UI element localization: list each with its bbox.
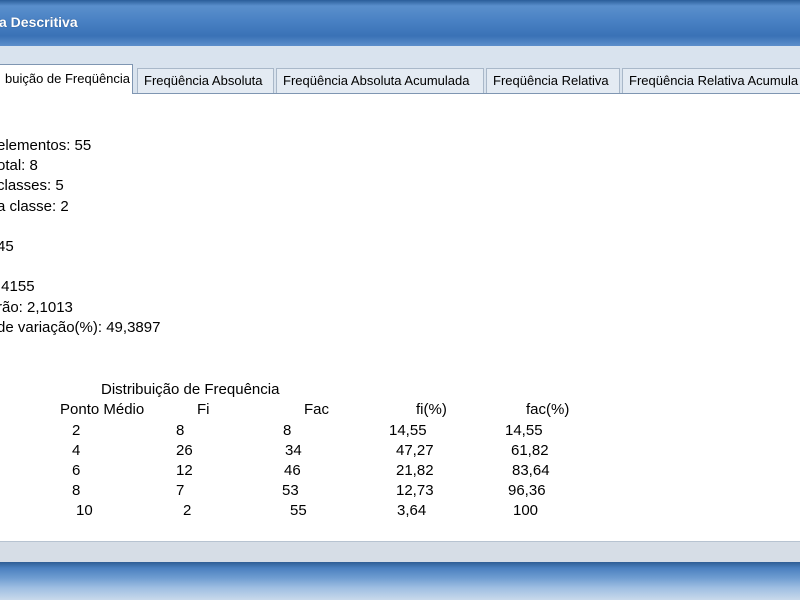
table-cell: 53 [282, 482, 299, 499]
table-cell: 83,64 [512, 462, 550, 479]
table-cell: 100 [513, 502, 539, 519]
table-cell: 21,82 [396, 462, 434, 479]
results-panel: elementos: 55 otal: 8 classes: 5 a class… [0, 93, 800, 541]
tab-frequencia-relativa[interactable]: Freqüência Relativa [486, 68, 620, 94]
taskbar [0, 562, 800, 600]
tab-frequencia-absoluta[interactable]: Freqüência Absoluta [137, 68, 274, 94]
table-cell: 26 [176, 442, 193, 459]
app-window: a Descritiva buição de Freqüência Freqüê… [0, 0, 800, 600]
stat-coeficiente-variacao: de variação(%): 49,3897 [0, 319, 161, 336]
stat-elementos: elementos: 55 [0, 137, 92, 154]
table-cell: 46 [284, 462, 301, 479]
table-cell: 12 [176, 462, 193, 479]
table-cell: 2 [72, 422, 81, 439]
table-cell: 2 [183, 502, 192, 519]
header-fi-percent: fi(%) [416, 401, 447, 418]
header-fac: Fac [304, 401, 330, 418]
stat-classes: classes: 5 [0, 177, 64, 194]
table-cell: 14,55 [505, 422, 543, 439]
table-cell: 8 [176, 422, 185, 439]
table-cell: 14,55 [389, 422, 427, 439]
title-bar[interactable]: a Descritiva [0, 0, 800, 46]
table-cell: 3,64 [397, 502, 427, 519]
stat-desvio-padrao: rão: 2,1013 [0, 299, 73, 316]
table-cell: 55 [290, 502, 307, 519]
table-cell: 8 [283, 422, 292, 439]
header-fac-percent: fac(%) [526, 401, 570, 418]
table-cell: 10 [76, 502, 93, 519]
table-cell: 6 [72, 462, 81, 479]
table-cell: 4 [72, 442, 81, 459]
table-cell: 12,73 [396, 482, 434, 499]
header-fi: Fi [197, 401, 210, 418]
distribution-title: Distribuição de Frequência [101, 381, 280, 398]
table-cell: 96,36 [508, 482, 546, 499]
header-ponto-medio: Ponto Médio [60, 401, 145, 418]
table-cell: 61,82 [511, 442, 549, 459]
tab-frequencia-absoluta-acumulada[interactable]: Freqüência Absoluta Acumulada [276, 68, 484, 94]
table-cell: 34 [285, 442, 302, 459]
stat-total: otal: 8 [0, 157, 38, 174]
status-bar [0, 541, 800, 562]
stat-variancia: ,4155 [0, 278, 35, 295]
tab-frequencia-relativa-acumulada[interactable]: Freqüência Relativa Acumula [622, 68, 800, 94]
tab-distribuicao-frequencia[interactable]: buição de Freqüência [0, 64, 133, 94]
table-cell: 8 [72, 482, 81, 499]
stat-amplitude-classe: a classe: 2 [0, 198, 69, 215]
stat-media: 45 [0, 238, 14, 255]
table-cell: 47,27 [396, 442, 434, 459]
window-title: a Descritiva [0, 14, 78, 30]
table-cell: 7 [176, 482, 185, 499]
